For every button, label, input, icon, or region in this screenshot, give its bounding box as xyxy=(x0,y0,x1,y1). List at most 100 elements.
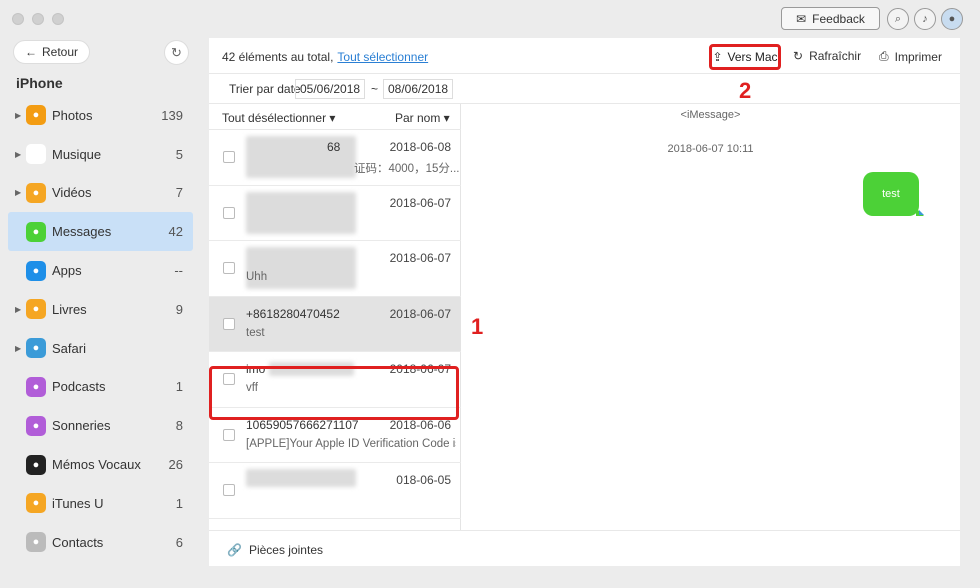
arrow-left-icon: ← xyxy=(24,45,37,59)
contacts-icon: ● xyxy=(26,532,46,553)
row-checkbox[interactable] xyxy=(223,317,235,330)
row-date: 2018-06-07 xyxy=(389,306,451,321)
date-to-field[interactable]: 08/06/2018 xyxy=(383,79,454,99)
sidebar-item-count: 6 xyxy=(175,534,183,550)
sidebar-item-label: Vidéos xyxy=(52,185,92,201)
sidebar-item-label: Messages xyxy=(52,224,112,240)
sidebar-item-label: Sonneries xyxy=(52,418,111,434)
sidebar-item-count: 139 xyxy=(161,107,183,123)
videos-icon: ● xyxy=(26,182,46,203)
sidebar-item-itunes-u[interactable]: ● iTunes U 1 xyxy=(8,484,193,523)
sidebar-item-label: Podcasts xyxy=(52,379,106,395)
sidebar-item-contacts[interactable]: ● Contacts 6 xyxy=(8,523,193,562)
row-checkbox[interactable] xyxy=(223,262,235,274)
safari-icon: ● xyxy=(26,338,46,359)
expand-arrow-icon[interactable]: ▶ xyxy=(15,111,21,120)
export-icon: ⇪ xyxy=(712,50,723,64)
sidebar-item-apps[interactable]: ● Apps -- xyxy=(8,251,193,290)
expand-arrow-icon[interactable]: ▶ xyxy=(15,188,21,197)
conversation-list: Tout désélectionner ▾ Par nom ▾ 68 2018-0… xyxy=(209,104,461,530)
row-checkbox[interactable] xyxy=(223,151,235,163)
sidebar-item-label: Livres xyxy=(52,301,87,317)
expand-arrow-icon[interactable]: ▶ xyxy=(15,305,21,314)
refresh-label: Rafraîchir xyxy=(809,49,862,63)
avatar-icon[interactable]: ● xyxy=(941,8,963,30)
sidebar-item-safari[interactable]: ▶ ● Safari xyxy=(8,329,193,368)
sidebar-item-count: -- xyxy=(174,263,183,279)
deselect-all-button[interactable]: Tout désélectionner ▾ xyxy=(222,111,335,125)
sidebar-item-count: 8 xyxy=(175,418,183,434)
print-label: Imprimer xyxy=(894,49,942,64)
sidebar-item-photos[interactable]: ▶ ● Photos 139 xyxy=(8,96,193,135)
app-window: ✉ Feedback ⌕ ♪ ● ← Retour ↻ iPhone ▶ ● Pho… xyxy=(0,0,980,588)
chat-timestamp: 2018-06-07 10:11 xyxy=(667,143,754,155)
search-icon[interactable]: ⌕ xyxy=(887,8,909,30)
feedback-button[interactable]: ✉ Feedback xyxy=(781,7,880,30)
date-from-field[interactable]: 05/06/2018 xyxy=(295,79,366,99)
bell-icon[interactable]: ♪ xyxy=(914,8,936,30)
sidebar-nav: ▶ ● Photos 139 ▶ ● Musique 5 ▶ ● Vidéos 7 ● Messages 4… xyxy=(8,96,193,562)
zoom-window-button[interactable] xyxy=(52,13,64,25)
photos-icon: ● xyxy=(26,105,46,126)
device-refresh-button[interactable]: ↻ xyxy=(164,40,189,65)
sidebar-item-count: 7 xyxy=(175,185,183,201)
sidebar-item-count: 1 xyxy=(175,495,183,511)
row-checkbox[interactable] xyxy=(223,428,235,441)
select-all-link[interactable]: Tout sélectionner xyxy=(337,50,428,64)
sidebar-item-label: Apps xyxy=(52,263,82,279)
sidebar-item-mémos-vocaux[interactable]: ● Mémos Vocaux 26 xyxy=(8,445,193,484)
sidebar-item-label: Photos xyxy=(52,107,93,123)
close-window-button[interactable] xyxy=(12,13,24,25)
row-date: 018-06-05 xyxy=(396,473,451,487)
back-label: Retour xyxy=(41,45,79,59)
list-item[interactable]: 018-06-05 xyxy=(209,463,461,519)
ringtones-icon: ● xyxy=(26,415,46,436)
sort-by-name-button[interactable]: Par nom ▾ xyxy=(395,111,450,125)
row-date: 2018-06-07 xyxy=(389,195,451,210)
back-button[interactable]: ← Retour xyxy=(13,40,90,64)
sidebar: ← Retour ↻ iPhone ▶ ● Photos 139 ▶ ● Musique 5 ▶… xyxy=(0,38,200,588)
sidebar-item-label: Mémos Vocaux xyxy=(52,457,141,473)
main-panel: 42 éléments au total, Tout sélectionner ⇪… xyxy=(209,38,960,566)
sidebar-item-livres[interactable]: ▶ ● Livres 9 xyxy=(8,290,193,329)
refresh-button[interactable]: ↻ Rafraîchir xyxy=(793,49,861,63)
minimize-window-button[interactable] xyxy=(32,13,44,25)
sidebar-item-label: Contacts xyxy=(52,534,104,550)
expand-arrow-icon[interactable]: ▶ xyxy=(15,150,21,159)
apps-icon: ● xyxy=(26,260,46,281)
row-date: 2018-06-07 xyxy=(389,251,451,265)
sidebar-item-vidéos[interactable]: ▶ ● Vidéos 7 xyxy=(8,174,193,213)
mail-icon: ✉ xyxy=(796,11,807,26)
print-button[interactable]: ⎙ Imprimer xyxy=(879,49,942,64)
message-bubble: test xyxy=(863,172,919,216)
bubble-tail-accent xyxy=(919,210,924,215)
list-header: Tout désélectionner ▾ Par nom ▾ xyxy=(209,104,461,130)
export-to-mac-button[interactable]: ⇪ Vers Mac xyxy=(709,44,781,70)
list-item[interactable]: 2018-06-07 xyxy=(209,186,461,241)
sidebar-item-musique[interactable]: ▶ ● Musique 5 xyxy=(8,135,193,174)
row-preview: [APPLE]Your Apple ID Verification Code i… xyxy=(246,437,456,450)
expand-arrow-icon[interactable]: ▶ xyxy=(15,344,21,353)
list-item[interactable]: 2018-06-07 Uhh xyxy=(209,241,461,297)
sidebar-item-label: Safari xyxy=(52,340,86,356)
chat-service: <iMessage> xyxy=(680,109,741,121)
sidebar-item-sonneries[interactable]: ● Sonneries 8 xyxy=(8,406,193,445)
attachments-button[interactable]: 🔗 Pièces jointes xyxy=(227,543,323,557)
refresh-icon: ↻ xyxy=(793,49,804,63)
device-name: iPhone xyxy=(16,75,63,91)
row-checkbox[interactable] xyxy=(223,206,235,219)
list-item[interactable]: 68 2018-06-08 证码：4000，15分... xyxy=(209,130,461,186)
chat-view: <iMessage> 2018-06-07 10:11 test xyxy=(461,104,960,530)
list-item[interactable]: +8618280470452 2018-06-07 test xyxy=(209,296,461,352)
messages-icon: ● xyxy=(26,221,46,242)
sidebar-item-podcasts[interactable]: ● Podcasts 1 xyxy=(8,368,193,407)
books-icon: ● xyxy=(26,299,46,320)
redacted-block xyxy=(246,191,356,234)
row-checkbox[interactable] xyxy=(223,484,235,496)
sidebar-item-messages[interactable]: ● Messages 42 xyxy=(8,212,193,252)
row-preview: test xyxy=(246,326,265,339)
row-name: 68 xyxy=(327,140,341,154)
voice-memos-icon: ● xyxy=(26,454,46,475)
sidebar-item-label: Musique xyxy=(52,146,102,162)
total-text: 42 éléments au total, xyxy=(222,50,334,64)
